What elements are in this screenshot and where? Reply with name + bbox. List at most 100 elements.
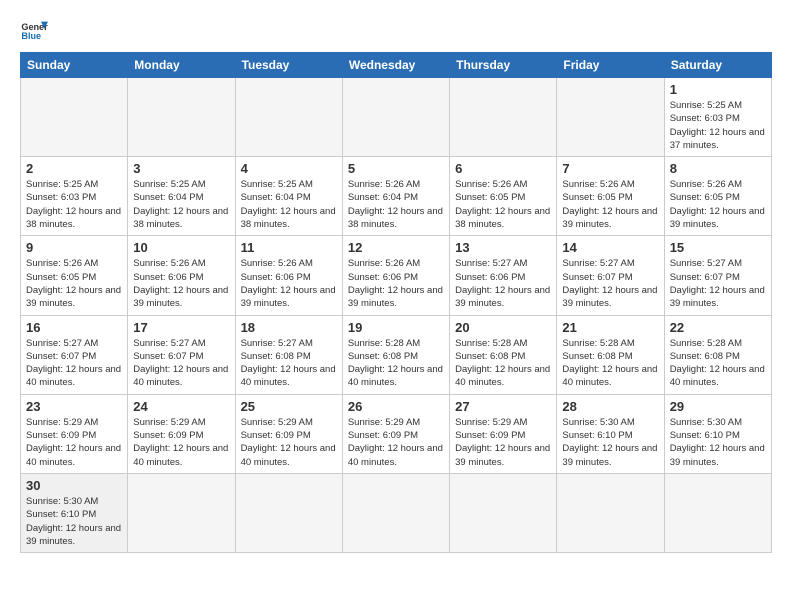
calendar-week-row: 23Sunrise: 5:29 AM Sunset: 6:09 PM Dayli… [21,394,772,473]
calendar-cell: 15Sunrise: 5:27 AM Sunset: 6:07 PM Dayli… [664,236,771,315]
header-wednesday: Wednesday [342,53,449,78]
header-tuesday: Tuesday [235,53,342,78]
day-info: Sunrise: 5:28 AM Sunset: 6:08 PM Dayligh… [562,337,658,390]
calendar-cell: 4 Sunrise: 5:25 AM Sunset: 6:04 PM Daylig… [235,157,342,236]
day-number: 27 [455,399,551,414]
day-info: Sunrise: 5:27 AM Sunset: 6:08 PM Dayligh… [241,337,337,390]
day-info: Sunrise: 5:26 AM Sunset: 6:04 PM Dayligh… [348,178,444,231]
header-sunday: Sunday [21,53,128,78]
calendar-cell: 24 Sunrise: 5:29 AM Sunset: 6:09 PM Dayli… [128,394,235,473]
day-number: 21 [562,320,658,335]
calendar-cell: 20Sunrise: 5:28 AM Sunset: 6:08 PM Dayli… [450,315,557,394]
calendar-cell: 27 Sunrise: 5:29 AM Sunset: 6:09 PM Dayli… [450,394,557,473]
day-number: 12 [348,240,444,255]
day-info: Sunrise: 5:27 AM Sunset: 6:07 PM Dayligh… [26,337,122,390]
calendar-cell: 10 Sunrise: 5:26 AM Sunset: 6:06 PM Dayli… [128,236,235,315]
day-number: 20 [455,320,551,335]
day-number: 7 [562,161,658,176]
svg-text:Blue: Blue [21,31,41,41]
day-number: 16 [26,320,122,335]
day-info: Sunrise: 5:25 AM Sunset: 6:04 PM Dayligh… [241,178,337,231]
calendar-cell: 23Sunrise: 5:29 AM Sunset: 6:09 PM Dayli… [21,394,128,473]
day-number: 1 [670,82,766,97]
day-number: 25 [241,399,337,414]
day-number: 4 [241,161,337,176]
day-info: Sunrise: 5:27 AM Sunset: 6:07 PM Dayligh… [562,257,658,310]
day-number: 29 [670,399,766,414]
calendar-cell: 12 Sunrise: 5:26 AM Sunset: 6:06 PM Dayli… [342,236,449,315]
day-number: 10 [133,240,229,255]
day-info: Sunrise: 5:26 AM Sunset: 6:06 PM Dayligh… [348,257,444,310]
day-info: Sunrise: 5:26 AM Sunset: 6:05 PM Dayligh… [26,257,122,310]
calendar-week-row: 16 Sunrise: 5:27 AM Sunset: 6:07 PM Dayli… [21,315,772,394]
day-number: 18 [241,320,337,335]
calendar-cell: 25 Sunrise: 5:29 AM Sunset: 6:09 PM Dayli… [235,394,342,473]
day-info: Sunrise: 5:27 AM Sunset: 6:07 PM Dayligh… [670,257,766,310]
day-number: 5 [348,161,444,176]
day-number: 28 [562,399,658,414]
day-info: Sunrise: 5:26 AM Sunset: 6:05 PM Dayligh… [670,178,766,231]
calendar-cell [342,473,449,552]
day-info: Sunrise: 5:27 AM Sunset: 6:06 PM Dayligh… [455,257,551,310]
day-info: Sunrise: 5:28 AM Sunset: 6:08 PM Dayligh… [348,337,444,390]
calendar-cell [450,78,557,157]
logo: General Blue [20,16,48,44]
calendar-week-row: 2 Sunrise: 5:25 AM Sunset: 6:03 PM Daylig… [21,157,772,236]
header-monday: Monday [128,53,235,78]
day-number: 11 [241,240,337,255]
day-number: 24 [133,399,229,414]
day-info: Sunrise: 5:26 AM Sunset: 6:06 PM Dayligh… [133,257,229,310]
calendar-week-row: 9Sunrise: 5:26 AM Sunset: 6:05 PM Daylig… [21,236,772,315]
day-info: Sunrise: 5:27 AM Sunset: 6:07 PM Dayligh… [133,337,229,390]
calendar-cell: 6 Sunrise: 5:26 AM Sunset: 6:05 PM Daylig… [450,157,557,236]
day-number: 3 [133,161,229,176]
day-info: Sunrise: 5:29 AM Sunset: 6:09 PM Dayligh… [241,416,337,469]
day-info: Sunrise: 5:29 AM Sunset: 6:09 PM Dayligh… [348,416,444,469]
calendar-cell [342,78,449,157]
calendar-cell: 22 Sunrise: 5:28 AM Sunset: 6:08 PM Dayli… [664,315,771,394]
day-number: 30 [26,478,122,493]
calendar-cell: 21 Sunrise: 5:28 AM Sunset: 6:08 PM Dayli… [557,315,664,394]
day-info: Sunrise: 5:26 AM Sunset: 6:05 PM Dayligh… [455,178,551,231]
calendar-cell: 13Sunrise: 5:27 AM Sunset: 6:06 PM Dayli… [450,236,557,315]
calendar-cell: 19 Sunrise: 5:28 AM Sunset: 6:08 PM Dayli… [342,315,449,394]
calendar-cell: 7 Sunrise: 5:26 AM Sunset: 6:05 PM Daylig… [557,157,664,236]
calendar-cell [557,78,664,157]
day-info: Sunrise: 5:25 AM Sunset: 6:03 PM Dayligh… [670,99,766,152]
day-info: Sunrise: 5:29 AM Sunset: 6:09 PM Dayligh… [455,416,551,469]
day-info: Sunrise: 5:26 AM Sunset: 6:05 PM Dayligh… [562,178,658,231]
day-info: Sunrise: 5:29 AM Sunset: 6:09 PM Dayligh… [133,416,229,469]
calendar-cell [128,78,235,157]
calendar-cell: 30Sunrise: 5:30 AM Sunset: 6:10 PM Dayli… [21,473,128,552]
day-info: Sunrise: 5:25 AM Sunset: 6:04 PM Dayligh… [133,178,229,231]
calendar-cell: 2 Sunrise: 5:25 AM Sunset: 6:03 PM Daylig… [21,157,128,236]
calendar-cell: 3 Sunrise: 5:25 AM Sunset: 6:04 PM Daylig… [128,157,235,236]
day-info: Sunrise: 5:28 AM Sunset: 6:08 PM Dayligh… [670,337,766,390]
day-info: Sunrise: 5:30 AM Sunset: 6:10 PM Dayligh… [562,416,658,469]
calendar-cell: 29Sunrise: 5:30 AM Sunset: 6:10 PM Dayli… [664,394,771,473]
day-number: 19 [348,320,444,335]
calendar-cell [450,473,557,552]
header-thursday: Thursday [450,53,557,78]
calendar-cell [21,78,128,157]
calendar-week-row: 1 Sunrise: 5:25 AM Sunset: 6:03 PM Daylig… [21,78,772,157]
calendar-cell: 11Sunrise: 5:26 AM Sunset: 6:06 PM Dayli… [235,236,342,315]
day-number: 22 [670,320,766,335]
calendar-cell [235,78,342,157]
day-number: 2 [26,161,122,176]
calendar-cell: 18 Sunrise: 5:27 AM Sunset: 6:08 PM Dayli… [235,315,342,394]
calendar-cell: 28 Sunrise: 5:30 AM Sunset: 6:10 PM Dayli… [557,394,664,473]
day-info: Sunrise: 5:25 AM Sunset: 6:03 PM Dayligh… [26,178,122,231]
day-number: 6 [455,161,551,176]
calendar-week-row: 30Sunrise: 5:30 AM Sunset: 6:10 PM Dayli… [21,473,772,552]
calendar-cell: 14Sunrise: 5:27 AM Sunset: 6:07 PM Dayli… [557,236,664,315]
calendar-cell: 16 Sunrise: 5:27 AM Sunset: 6:07 PM Dayli… [21,315,128,394]
day-number: 17 [133,320,229,335]
calendar-cell: 17 Sunrise: 5:27 AM Sunset: 6:07 PM Dayli… [128,315,235,394]
calendar-cell: 8Sunrise: 5:26 AM Sunset: 6:05 PM Daylig… [664,157,771,236]
header-saturday: Saturday [664,53,771,78]
calendar-table: SundayMondayTuesdayWednesdayThursdayFrid… [20,52,772,553]
calendar-cell [557,473,664,552]
calendar-header-row: SundayMondayTuesdayWednesdayThursdayFrid… [21,53,772,78]
calendar-cell: 9Sunrise: 5:26 AM Sunset: 6:05 PM Daylig… [21,236,128,315]
